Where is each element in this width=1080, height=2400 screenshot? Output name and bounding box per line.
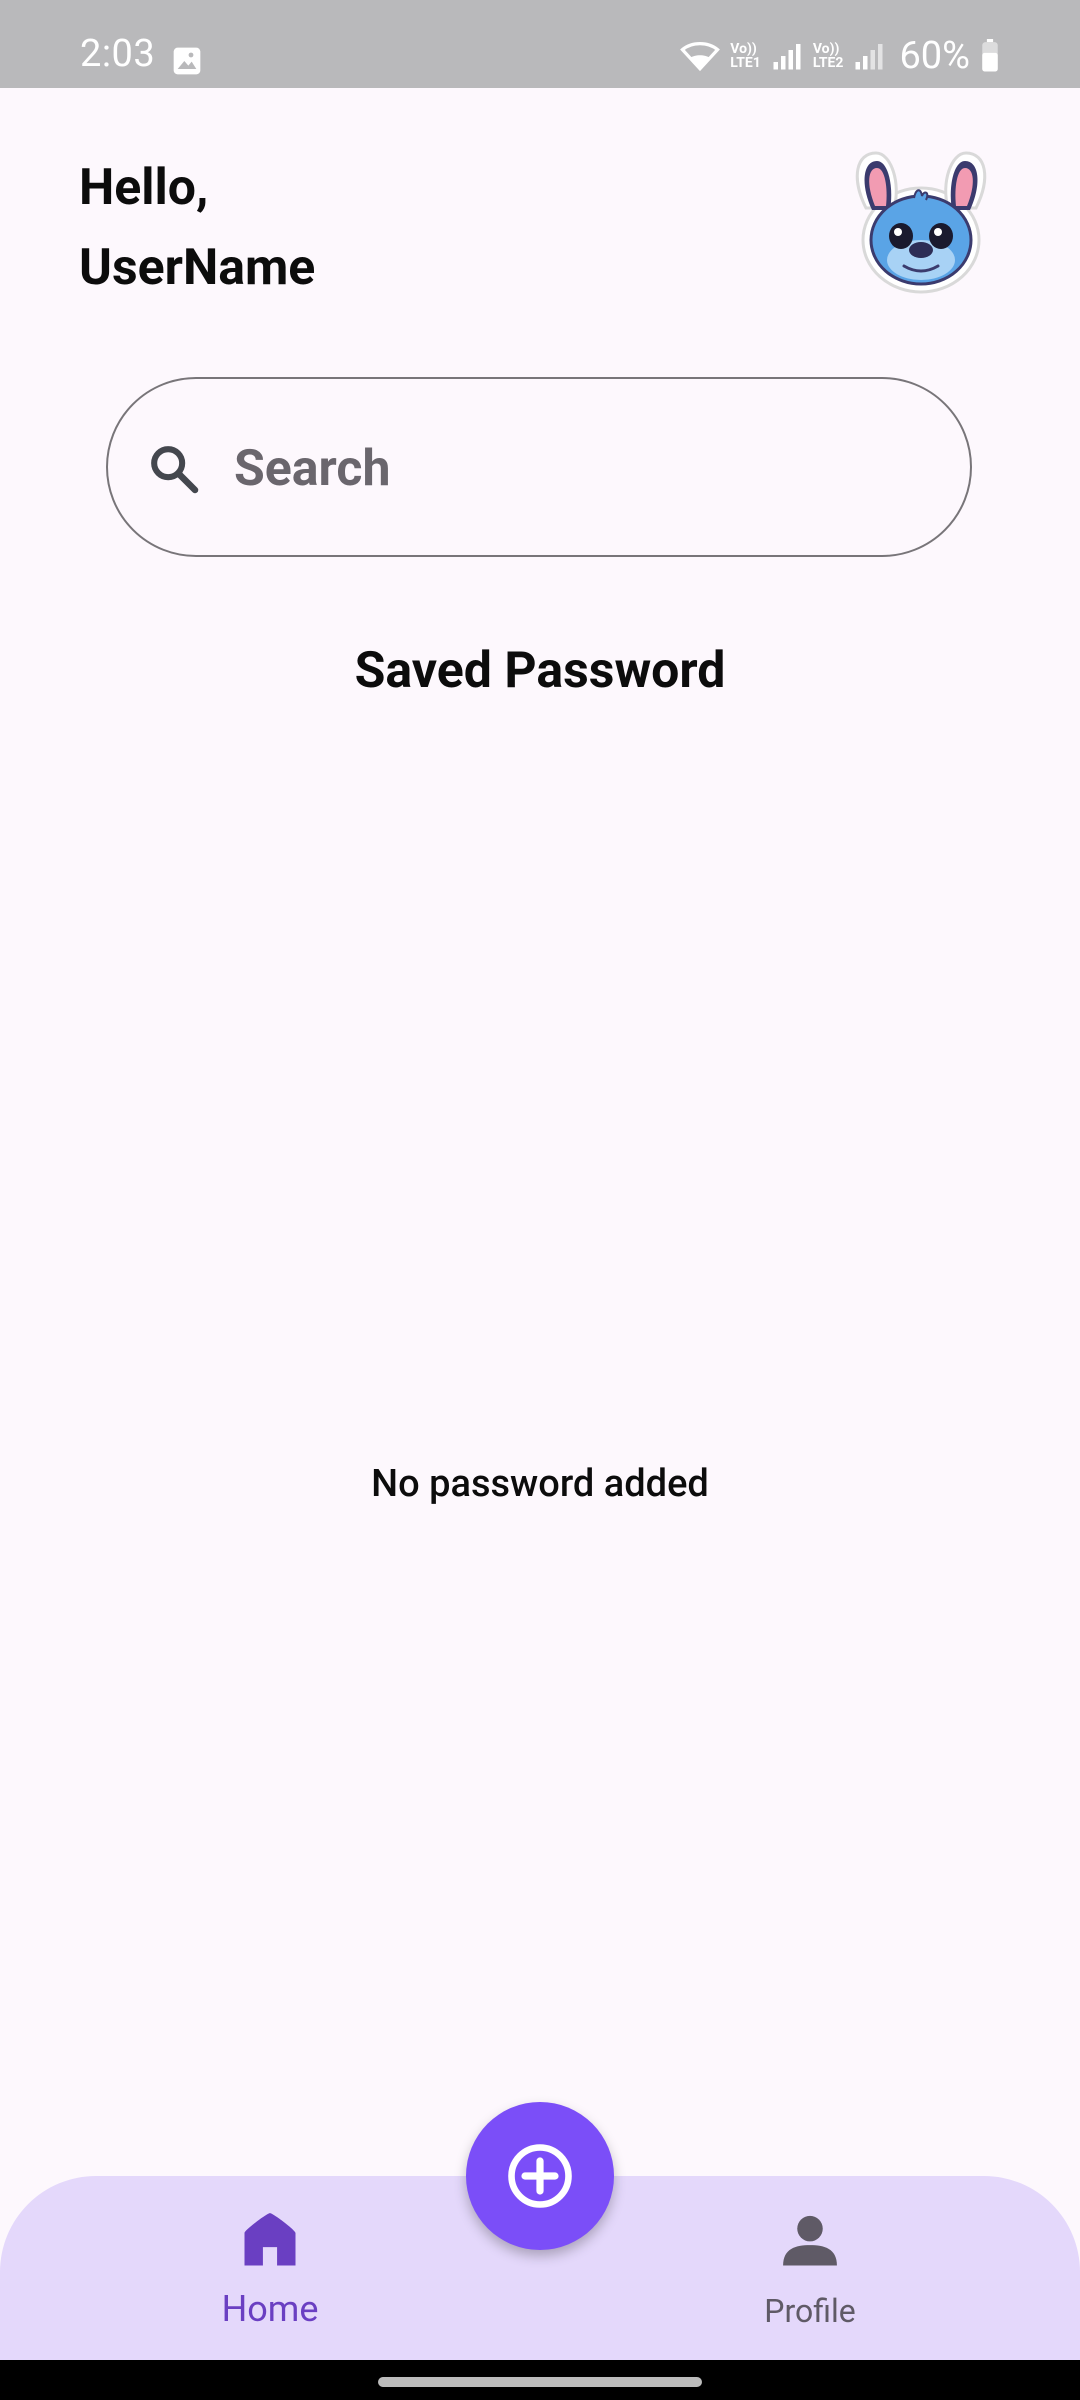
status-time: 2:03 [80,32,156,76]
nav-label-profile: Profile [764,2292,856,2330]
search-icon [151,446,199,494]
greeting-hello: Hello, [79,159,209,217]
search-input[interactable] [232,435,916,503]
empty-state-message: No password added [371,1462,709,1506]
network-lte2: Vo)) LTE2 [812,41,844,71]
section-title: Saved Password [354,642,726,700]
status-bar: 2:03 Vo)) LTE1 Vo)) LTE2 60% [0,0,1080,88]
add-circle-icon [508,2144,572,2208]
greeting: Hello, UserName [79,148,315,308]
nav-item-home[interactable]: Home [150,2176,390,2360]
battery-percent: 60% [899,34,970,78]
gesture-handle[interactable] [378,2377,702,2387]
home-icon [244,2213,296,2266]
signal-icon [855,44,883,70]
status-icons: Vo)) LTE1 Vo)) LTE2 60% [680,36,1000,76]
nav-label-home: Home [221,2288,319,2330]
greeting-username: UserName [79,239,316,297]
add-password-button[interactable] [466,2102,614,2250]
network-lte1: Vo)) LTE1 [730,41,761,71]
gallery-icon [173,47,201,75]
system-navigation-bar [0,2360,1080,2400]
cartoon-avatar-icon[interactable] [846,148,996,298]
battery-icon [982,39,998,72]
signal-icon [773,44,801,70]
wifi-icon [680,42,721,72]
search-bar[interactable] [106,377,972,557]
person-icon [783,2215,837,2266]
nav-item-profile[interactable]: Profile [690,2176,930,2360]
